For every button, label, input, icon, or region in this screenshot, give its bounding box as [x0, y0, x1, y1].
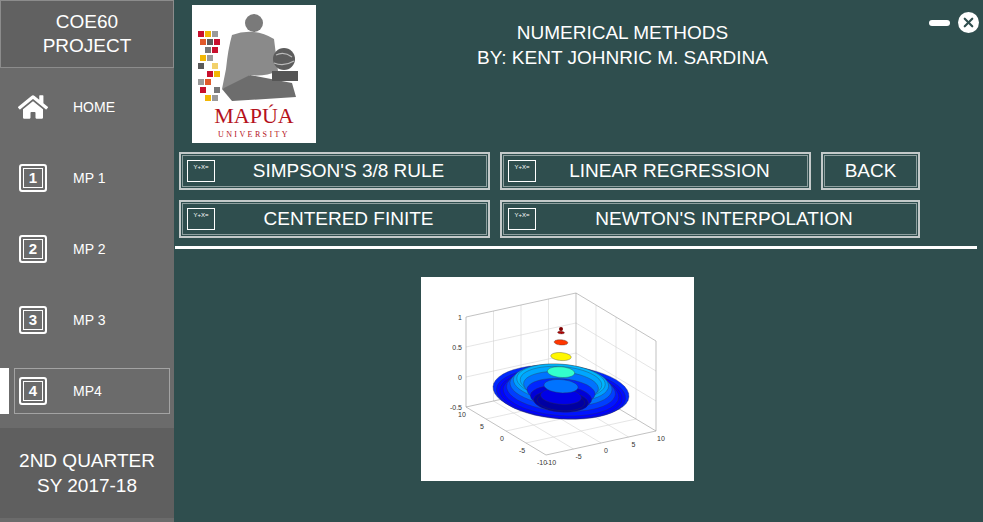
z-tick: 0	[458, 374, 462, 381]
chart-panel: 10.50-0.51050-5-10-10-50510	[421, 277, 694, 481]
subtitle: BY: KENT JOHNRIC M. SARDINA	[477, 45, 768, 70]
header: MAPÚA UNIVERSITY NUMERICAL METHODSBY: KENT…	[174, 5, 983, 143]
sidebar-label: MP 2	[73, 241, 105, 257]
method-buttons: Y+X=SIMPSON'S 3/8 RULE Y+X=LINEAR REGRESS…	[179, 152, 983, 238]
sidebar-header: COE60PROJECT	[0, 0, 174, 68]
x-tick: -5	[519, 447, 525, 454]
back-button[interactable]: BACK	[821, 152, 920, 190]
method-button[interactable]: Y+X=LINEAR REGRESSION	[500, 152, 811, 190]
surface-ring	[544, 379, 578, 392]
formula-icon: Y+X=	[508, 160, 536, 182]
z-tick: 1	[458, 314, 462, 321]
sidebar: COE60PROJECT HOME 1 MP 1 2 MP 2 3 MP 3 4 MP4 2ND Q…	[0, 0, 174, 522]
method-button[interactable]: Y+X=SIMPSON'S 3/8 RULE	[179, 152, 490, 190]
surface-ring	[554, 340, 568, 345]
y-tick: 5	[632, 441, 636, 448]
svg-text:UNIVERSITY: UNIVERSITY	[218, 130, 290, 139]
sidebar-label: MP 1	[73, 170, 105, 186]
y-tick: -10	[546, 459, 556, 466]
title: NUMERICAL METHODS	[517, 20, 728, 45]
surface-ring	[551, 353, 571, 361]
number-icon: 4	[17, 375, 49, 407]
home-icon	[17, 91, 49, 123]
divider	[175, 246, 977, 249]
minimize-icon[interactable]	[929, 20, 950, 26]
close-icon[interactable]	[958, 12, 979, 33]
formula-icon: Y+X=	[508, 208, 536, 230]
sidebar-label: HOME	[73, 99, 115, 115]
formula-icon: Y+X=	[187, 160, 215, 182]
app-window: COE60PROJECT HOME 1 MP 1 2 MP 2 3 MP 3 4 MP4 2ND Q…	[0, 0, 983, 522]
surface-chart: 10.50-0.51050-5-10-10-50510	[421, 277, 694, 481]
sidebar-footer: 2ND QUARTERSY 2017-18	[0, 428, 174, 518]
main-panel: MAPÚA UNIVERSITY NUMERICAL METHODSBY: KENT…	[174, 0, 983, 522]
y-tick: -5	[575, 453, 581, 460]
z-tick: 0.5	[452, 344, 462, 351]
z-tick: -0.5	[450, 404, 462, 411]
logo: MAPÚA UNIVERSITY	[192, 5, 316, 143]
sidebar-item[interactable]: 4 MP4	[0, 355, 174, 426]
surface-ring	[558, 331, 565, 334]
selection-marker	[0, 226, 9, 272]
y-tick: 10	[657, 435, 665, 442]
x-tick: 10	[458, 411, 466, 418]
surface-ring	[547, 367, 574, 378]
method-button[interactable]: Y+X=CENTERED FINITE	[179, 200, 490, 238]
sidebar-label: MP 3	[73, 312, 105, 328]
svg-text:MAPÚA: MAPÚA	[214, 103, 294, 128]
selection-marker	[0, 84, 9, 130]
x-tick: 5	[480, 423, 484, 430]
sidebar-label: MP4	[73, 383, 102, 399]
number-icon: 3	[17, 304, 49, 336]
surface-point	[559, 327, 563, 331]
surface-ring	[493, 365, 629, 419]
sidebar-item[interactable]: HOME	[0, 71, 174, 142]
selection-marker	[0, 297, 9, 343]
x-tick: 0	[500, 435, 504, 442]
sidebar-item[interactable]: 3 MP 3	[0, 284, 174, 355]
y-tick: 0	[604, 447, 608, 454]
number-icon: 2	[17, 233, 49, 265]
selection-marker	[0, 368, 9, 414]
selection-marker	[0, 155, 9, 201]
title-block: NUMERICAL METHODSBY: KENT JOHNRIC M. SAR…	[316, 5, 929, 70]
formula-icon: Y+X=	[187, 208, 215, 230]
method-button[interactable]: Y+X=NEWTON'S INTERPOLATION	[500, 200, 920, 238]
sidebar-item[interactable]: 2 MP 2	[0, 213, 174, 284]
university-logo: MAPÚA UNIVERSITY	[192, 5, 316, 143]
number-icon: 1	[17, 162, 49, 194]
window-controls	[929, 12, 979, 33]
sidebar-item[interactable]: 1 MP 1	[0, 142, 174, 213]
